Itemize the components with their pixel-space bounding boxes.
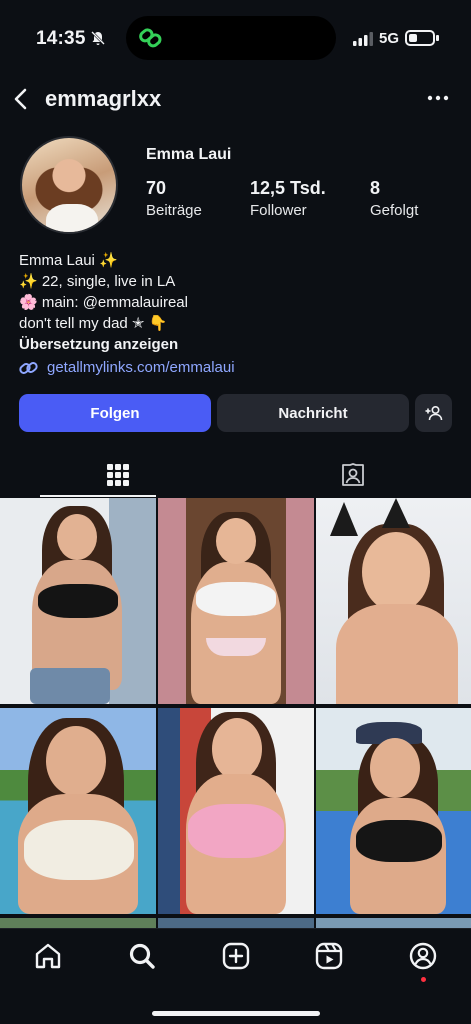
post-thumbnail[interactable] (316, 498, 471, 704)
avatar[interactable] (20, 136, 118, 234)
stat-posts-label: Beiträge (146, 202, 202, 219)
bio-line: Emma Laui ✨ (19, 252, 118, 269)
dynamic-island (126, 16, 336, 60)
bio-line: 🌸 main: @emmalauireal (19, 294, 188, 311)
message-button[interactable]: Nachricht (217, 394, 409, 432)
battery-icon (405, 30, 435, 46)
profile-tabs (0, 452, 471, 498)
stat-posts[interactable]: 70 Beiträge (146, 178, 202, 219)
post-thumbnail[interactable] (0, 708, 156, 914)
post-thumbnail[interactable] (316, 708, 471, 914)
bio-line: ✨ 22, single, live in LA (19, 273, 176, 290)
posts-grid (0, 498, 471, 928)
status-bar: 14:35 5G (0, 0, 471, 78)
bio: Emma Laui ✨ ✨ 22, single, live in LA 🌸 m… (19, 250, 188, 355)
back-arrow-icon[interactable] (10, 86, 34, 112)
tab-tagged[interactable] (275, 452, 431, 498)
more-options-icon[interactable] (426, 90, 450, 106)
link-text[interactable]: getallmylinks.com/emmalaui (47, 359, 235, 376)
home-indicator (152, 1011, 320, 1016)
post-thumbnail[interactable] (158, 708, 314, 914)
stat-following-label: Gefolgt (370, 202, 419, 219)
link-icon (19, 362, 38, 374)
network-type: 5G (379, 30, 400, 47)
stat-posts-value: 70 (146, 178, 167, 198)
create-post-icon[interactable] (221, 941, 251, 971)
post-thumbnail[interactable] (158, 498, 314, 704)
home-icon[interactable] (33, 941, 63, 971)
post-thumbnail[interactable] (0, 498, 156, 704)
display-name: Emma Laui (146, 146, 232, 163)
reels-icon[interactable] (314, 941, 344, 971)
tagged-icon (342, 463, 364, 486)
signal-icon (353, 32, 373, 46)
stat-followers-value: 12,5 Tsd. (250, 178, 326, 198)
post-thumbnail[interactable] (158, 918, 314, 928)
stat-followers-label: Follower (250, 202, 307, 219)
bottom-navigation (0, 928, 471, 1024)
notification-dot (421, 977, 426, 982)
bio-line: don't tell my dad ✭ 👇 (19, 315, 168, 332)
post-thumbnail[interactable] (0, 918, 156, 928)
link-activity-icon (139, 28, 162, 48)
active-tab-indicator (40, 495, 156, 497)
battery-cap (436, 35, 439, 41)
follow-button[interactable]: Folgen (19, 394, 211, 432)
tab-posts-grid[interactable] (40, 452, 196, 498)
add-person-icon (425, 405, 442, 421)
status-time: 14:35 (36, 28, 86, 49)
post-thumbnail[interactable] (316, 918, 471, 928)
translate-link[interactable]: Übersetzung anzeigen (19, 334, 188, 355)
suggested-users-button[interactable] (415, 394, 452, 432)
stat-following-value: 8 (370, 178, 381, 198)
stat-followers[interactable]: 12,5 Tsd. Follower (250, 178, 326, 219)
profile-username: emmagrlxx (45, 86, 162, 111)
grid-icon (107, 464, 129, 486)
bell-muted-icon (91, 31, 105, 45)
search-icon[interactable] (127, 941, 157, 971)
stat-following[interactable]: 8 Gefolgt (370, 178, 418, 219)
profile-icon[interactable] (408, 941, 438, 971)
